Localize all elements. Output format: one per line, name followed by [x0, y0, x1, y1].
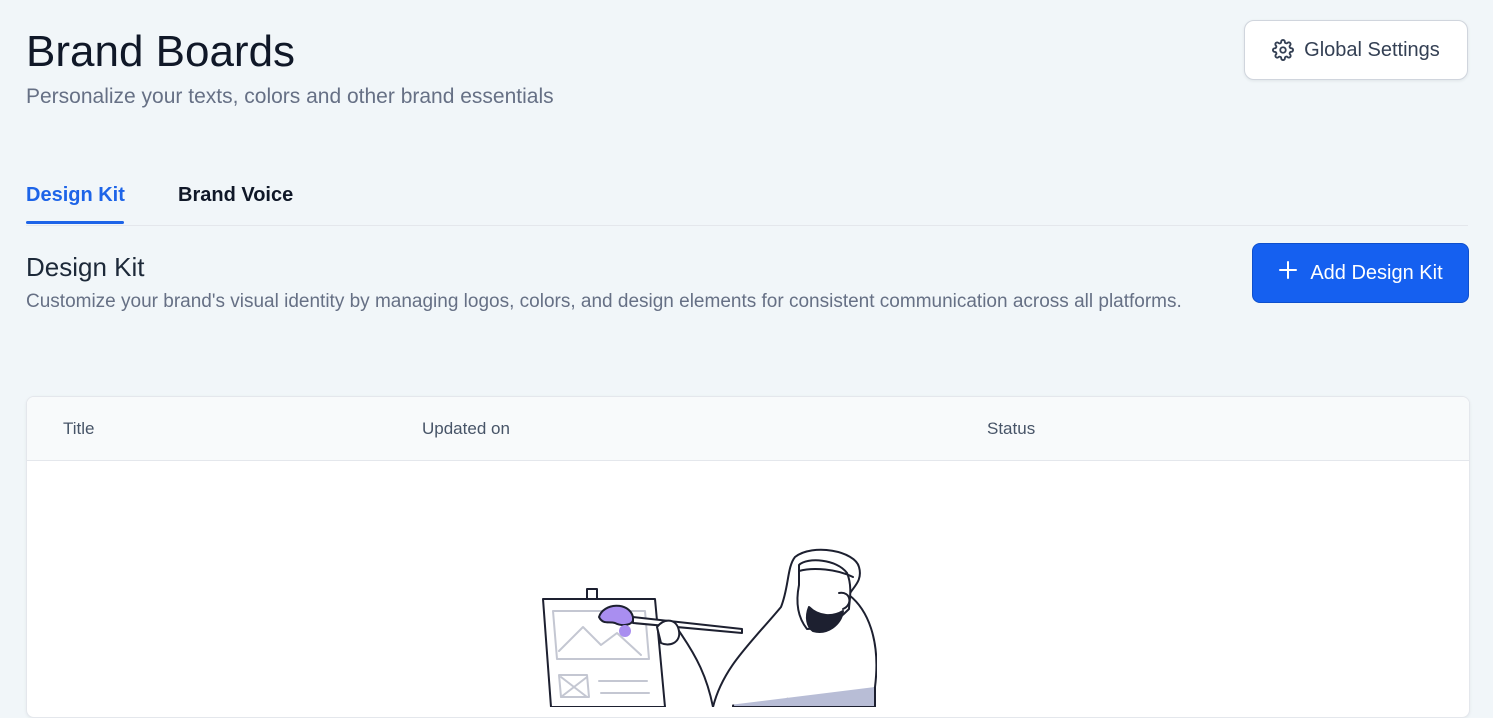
column-header-status[interactable]: Status — [987, 418, 1035, 440]
tab-brand-voice[interactable]: Brand Voice — [178, 182, 293, 208]
column-header-updated-on[interactable]: Updated on — [422, 418, 510, 440]
gear-icon — [1272, 39, 1295, 61]
add-design-kit-label: Add Design Kit — [1310, 261, 1443, 284]
table-header: Title Updated on Status — [27, 397, 1469, 461]
active-tab-indicator — [26, 221, 124, 224]
section-title: Design Kit — [26, 252, 145, 282]
plus-icon — [1278, 260, 1298, 286]
add-design-kit-button[interactable]: Add Design Kit — [1252, 243, 1469, 303]
design-kit-table: Title Updated on Status — [26, 396, 1470, 718]
tab-design-kit[interactable]: Design Kit — [26, 182, 125, 208]
page-title: Brand Boards — [26, 27, 296, 76]
tab-bar: Design Kit Brand Voice — [26, 170, 1468, 226]
global-settings-button[interactable]: Global Settings — [1244, 20, 1468, 80]
empty-state-illustration — [537, 547, 878, 712]
section-description: Customize your brand's visual identity b… — [26, 291, 1182, 312]
global-settings-label: Global Settings — [1304, 38, 1440, 61]
page-subtitle: Personalize your texts, colors and other… — [26, 85, 554, 108]
column-header-title[interactable]: Title — [63, 418, 95, 440]
